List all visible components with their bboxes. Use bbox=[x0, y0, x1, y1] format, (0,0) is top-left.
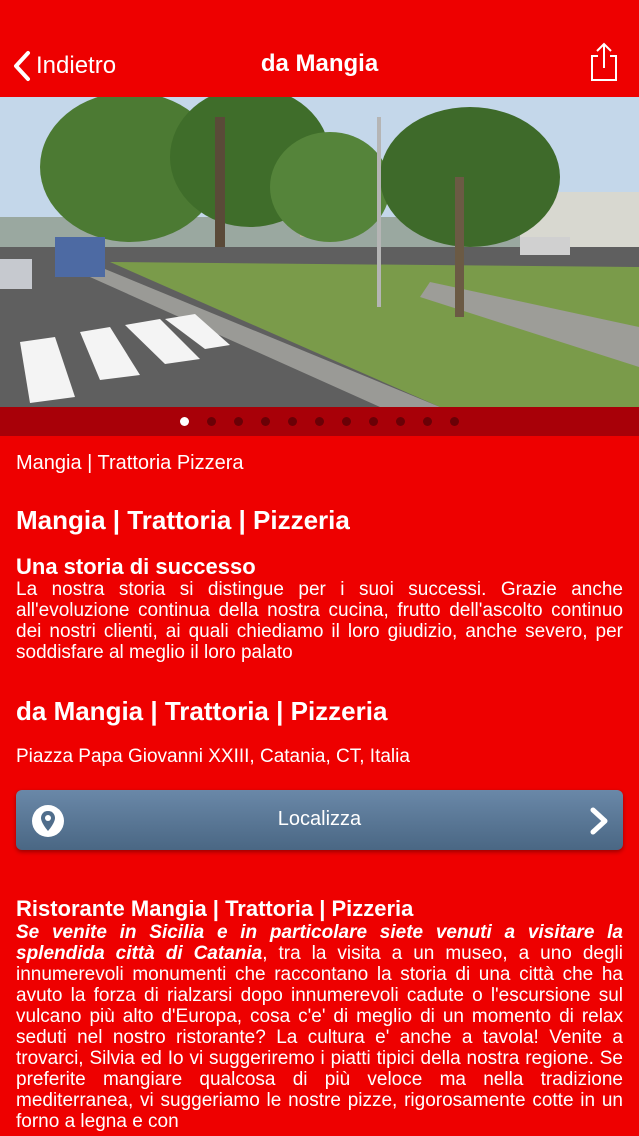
page-dot[interactable] bbox=[207, 417, 216, 426]
page-dot[interactable] bbox=[423, 417, 432, 426]
address: Piazza Papa Giovanni XXIII, Catania, CT,… bbox=[16, 746, 410, 767]
subtitle: Mangia | Trattoria Pizzera bbox=[16, 452, 244, 474]
page-dot[interactable] bbox=[315, 417, 324, 426]
story-title: Una storia di successo bbox=[16, 554, 256, 579]
restaurant-text: , tra la visita a un museo, a uno degli … bbox=[16, 943, 623, 1132]
page-dot[interactable] bbox=[234, 417, 243, 426]
restaurant-description: Se venite in Sicilia e in particolare si… bbox=[16, 922, 623, 1132]
locate-label: Localizza bbox=[277, 808, 362, 830]
navigation-bar: Indietro da Mangia bbox=[0, 0, 639, 97]
page-dot[interactable] bbox=[180, 417, 189, 426]
share-icon bbox=[591, 42, 617, 81]
restaurant-title: Ristorante Mangia | Trattoria | Pizzeria bbox=[16, 896, 414, 921]
locate-button[interactable]: Localizza bbox=[16, 790, 623, 850]
page-title: da Mangia bbox=[260, 50, 379, 77]
street-photo bbox=[0, 97, 639, 407]
share-button[interactable] bbox=[589, 42, 619, 82]
page-dot[interactable] bbox=[261, 417, 270, 426]
page-dot[interactable] bbox=[396, 417, 405, 426]
place-name: da Mangia | Trattoria | Pizzeria bbox=[16, 696, 388, 726]
page-dot[interactable] bbox=[288, 417, 297, 426]
story-text: La nostra storia si distingue per i suoi… bbox=[16, 579, 623, 663]
page-indicator[interactable] bbox=[0, 407, 639, 436]
page-dot[interactable] bbox=[369, 417, 378, 426]
page-dot[interactable] bbox=[342, 417, 351, 426]
photo-gallery[interactable] bbox=[0, 97, 639, 407]
page-dot[interactable] bbox=[450, 417, 459, 426]
heading: Mangia | Trattoria | Pizzeria bbox=[16, 505, 350, 535]
chevron-right-icon bbox=[590, 807, 608, 835]
